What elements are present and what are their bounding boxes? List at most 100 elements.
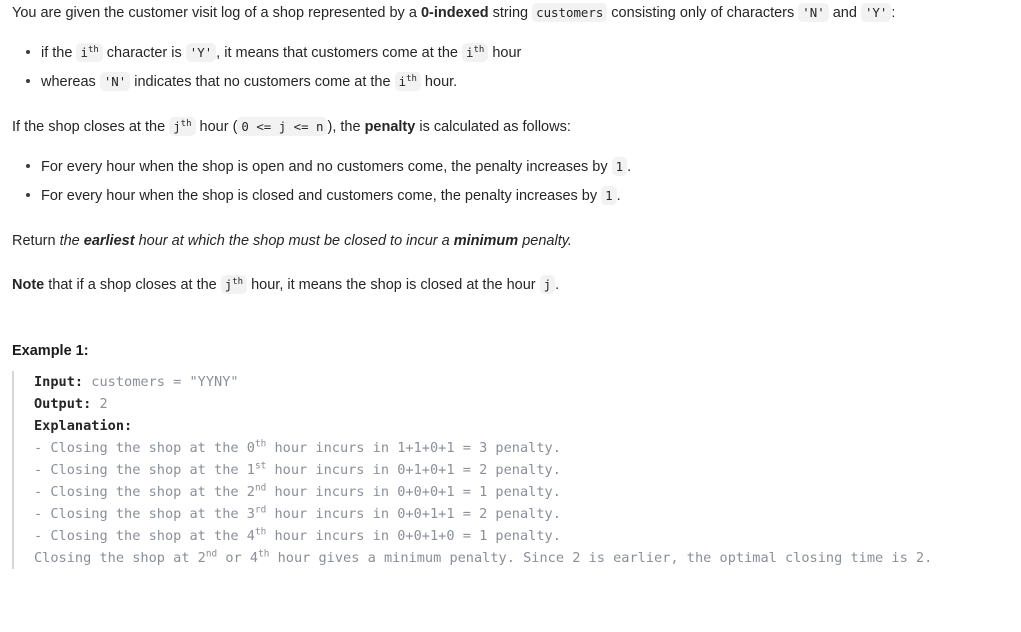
summary-c: hour gives a minimum penalty. Since 2 is… (269, 550, 933, 567)
example-1-heading: Example 1: (12, 343, 89, 360)
bullet1-text-c: , it means that customers come at the (216, 45, 462, 62)
explain-pre: - Closing the shop at the (34, 484, 247, 501)
return-text-a: Return (12, 233, 60, 250)
code-i-sup-3: th (406, 73, 417, 84)
zero-indexed-bold: 0-indexed (420, 5, 489, 21)
explanation-line: - Closing the shop at the 1st hour incur… (34, 459, 1009, 481)
bullet1-text-d: hour (488, 45, 522, 62)
penalty-text-c: ), the (327, 119, 365, 136)
code-j-sup-2: th (232, 276, 244, 287)
code-i-sup: th (87, 44, 99, 55)
explain-post: hour incurs in 0+0+0+1 = 1 penalty. (266, 484, 561, 501)
note-text-c: . (555, 277, 560, 294)
code-char-y-2: 'Y' (185, 43, 217, 63)
note-bold-label: Note (12, 277, 45, 294)
definition-bullet-list: if the ith character is 'Y', it means th… (12, 39, 1009, 97)
code-i-base-3: i (398, 74, 407, 90)
output-value: 2 (91, 396, 108, 413)
problem-description-page: You are given the customer visit log of … (0, 0, 1021, 570)
explain-pre: - Closing the shop at the (34, 528, 247, 545)
list-item: For every hour when the shop is closed a… (26, 182, 1009, 211)
explain-num: 0 (246, 440, 255, 457)
code-j-th-1: jth (169, 117, 196, 137)
note-text-b: hour, it means the shop is closed at the… (247, 277, 540, 294)
code-one-2: 1 (601, 186, 617, 206)
return-italic-2: hour at which the shop must be closed to… (134, 233, 454, 250)
summary-sup-1: nd (205, 548, 218, 560)
explain-num: 1 (246, 462, 255, 479)
penalty-text-a: If the shop closes at the (12, 119, 170, 136)
code-j-base: j (173, 119, 181, 135)
bullet2-text-b: indicates that no customers come at the (130, 74, 395, 91)
explanation-line: - Closing the shop at the 2nd hour incur… (34, 481, 1009, 503)
code-j-sup: th (180, 118, 192, 129)
explain-num: 4 (246, 528, 255, 545)
code-i-base: i (80, 45, 88, 61)
explain-sup: th (254, 438, 267, 450)
code-i-th-1: ith (76, 43, 103, 63)
explain-num: 2 (246, 484, 255, 501)
code-char-n: 'N' (798, 3, 829, 22)
code-i-th-2: ith (461, 43, 489, 63)
code-j-th-2: jth (220, 275, 248, 295)
explain-num: 3 (246, 506, 255, 523)
explain-pre: - Closing the shop at the (34, 462, 247, 479)
code-char-n-2: 'N' (99, 72, 131, 92)
code-i-th-3: ith (394, 72, 421, 92)
explanation-line: - Closing the shop at the 3rd hour incur… (34, 503, 1009, 525)
penalty-text-b: hour ( (195, 119, 238, 136)
input-label: Input: (34, 374, 84, 391)
explain-post: hour incurs in 1+1+0+1 = 3 penalty. (266, 440, 561, 457)
code-one-1: 1 (611, 157, 628, 177)
penalty-intro-paragraph: If the shop closes at the jth hour (0 <=… (12, 114, 1009, 141)
explain-sup: rd (254, 504, 267, 516)
code-j: j (539, 275, 556, 295)
explain-pre: - Closing the shop at the (34, 440, 247, 457)
penalty-bullet1-text-b: . (627, 159, 632, 176)
note-text-a: that if a shop closes at the (44, 277, 221, 294)
return-earliest-bold: earliest (83, 233, 135, 250)
code-j-range: 0 <= j <= n (237, 117, 328, 137)
penalty-bullet1-text-a: For every hour when the shop is open and… (41, 159, 612, 176)
explanation-summary: Closing the shop at 2nd or 4th hour give… (34, 547, 1009, 569)
list-item: For every hour when the shop is open and… (26, 153, 1009, 182)
intro-text-c: consisting only of characters (607, 5, 799, 21)
bullet1-text-a: if the (41, 45, 77, 62)
summary-sup-2: th (258, 548, 270, 560)
summary-a: Closing the shop at 2 (34, 550, 206, 567)
list-item: if the ith character is 'Y', it means th… (26, 39, 1009, 68)
list-item: whereas 'N' indicates that no customers … (26, 68, 1009, 97)
output-label: Output: (34, 396, 92, 413)
penalty-text-d: is calculated as follows: (415, 119, 571, 136)
explain-sup: nd (254, 482, 267, 494)
explanation-line: - Closing the shop at the 0th hour incur… (34, 437, 1009, 459)
explain-pre: - Closing the shop at the (34, 506, 247, 523)
return-italic-3: penalty. (518, 233, 572, 250)
bullet2-text-a: whereas (41, 74, 100, 91)
intro-text-b: string (488, 5, 533, 21)
explain-sup: th (254, 526, 267, 538)
note-paragraph: Note that if a shop closes at the jth ho… (12, 272, 1009, 299)
penalty-bold: penalty (364, 119, 416, 136)
intro-paragraph: You are given the customer visit log of … (12, 0, 1009, 27)
intro-text-a: You are given the customer visit log of … (12, 5, 421, 21)
code-i-sup-2: th (473, 44, 485, 55)
bullet2-text-c: hour. (420, 74, 458, 91)
penalty-bullet2-text-b: . (616, 188, 621, 205)
summary-b: or 4 (217, 550, 259, 567)
penalty-bullet2-text-a: For every hour when the shop is closed a… (41, 188, 602, 205)
explain-post: hour incurs in 0+0+1+0 = 1 penalty. (266, 528, 561, 545)
explain-post: hour incurs in 0+1+0+1 = 2 penalty. (266, 462, 561, 479)
return-italic-1: the (59, 233, 84, 250)
explanation-label: Explanation: (34, 418, 133, 435)
example-1-code-block: Input: customers = "YYNY" Output: 2 Expl… (12, 371, 1009, 570)
code-char-y: 'Y' (860, 3, 892, 22)
explanation-line: - Closing the shop at the 4th hour incur… (34, 525, 1009, 547)
intro-text-e: : (891, 5, 896, 21)
